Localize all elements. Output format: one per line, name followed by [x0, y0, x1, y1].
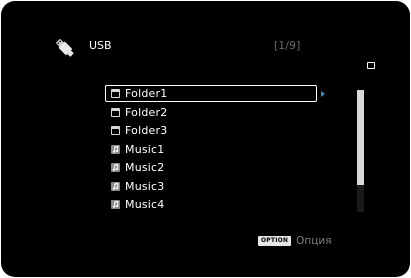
list-item[interactable]: Folder1	[105, 85, 317, 102]
list-item-label: Music3	[125, 179, 165, 193]
option-hint: OPTION Опция	[258, 234, 332, 248]
screen: USB [1/9] Folder1 Folder2 Folder3 Music1…	[1, 1, 410, 277]
scrollbar[interactable]	[357, 90, 364, 212]
option-button[interactable]: OPTION	[258, 236, 292, 246]
folder-icon	[367, 62, 375, 69]
folder-icon	[111, 89, 120, 98]
music-file-icon	[111, 144, 120, 154]
file-list: Folder1 Folder2 Folder3 Music1 Music2 Mu…	[105, 85, 317, 214]
scrollbar-thumb[interactable]	[357, 90, 364, 185]
music-file-icon	[111, 163, 120, 173]
chevron-right-icon[interactable]	[321, 91, 325, 97]
list-item[interactable]: Folder3	[105, 122, 317, 140]
folder-icon	[111, 126, 120, 136]
usb-icon	[54, 37, 76, 59]
list-item-label: Music4	[125, 198, 165, 212]
list-item[interactable]: Folder2	[105, 103, 317, 121]
list-item-label: Folder1	[125, 87, 168, 100]
music-file-icon	[111, 200, 120, 210]
source-label: USB	[89, 39, 112, 52]
option-label: Опция	[296, 235, 332, 247]
list-item-label: Music2	[125, 161, 165, 175]
folder-icon	[111, 108, 120, 118]
list-item-label: Folder2	[125, 106, 168, 120]
music-file-icon	[111, 181, 120, 191]
list-item[interactable]: Music4	[105, 195, 317, 213]
list-item[interactable]: Music3	[105, 177, 317, 195]
list-item[interactable]: Music1	[105, 140, 317, 158]
list-item-label: Music1	[125, 142, 165, 156]
list-item[interactable]: Music2	[105, 159, 317, 177]
list-item-label: Folder3	[125, 124, 168, 138]
page-counter: [1/9]	[274, 40, 301, 52]
